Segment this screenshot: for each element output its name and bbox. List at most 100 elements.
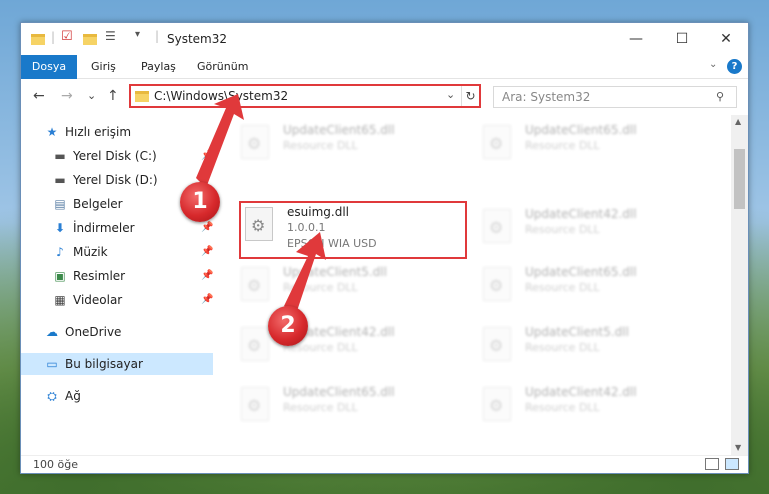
list-item[interactable]: UpdateClient5.dll Resource DLL xyxy=(237,263,467,313)
sidebar-item-label: Yerel Disk (C:) xyxy=(73,149,157,163)
title-bar: | ☑ ☰ ▾ | System32 — ☐ ✕ xyxy=(21,23,748,55)
pin-icon: 📌 xyxy=(201,294,214,305)
address-dropdown-icon[interactable]: ⌄ xyxy=(446,88,455,101)
pin-icon: 📌 xyxy=(201,270,214,281)
file-name: UpdateClient5.dll xyxy=(283,265,387,279)
maximize-button[interactable]: ☐ xyxy=(667,29,697,49)
scroll-up-icon[interactable]: ▲ xyxy=(735,117,741,126)
address-path[interactable]: C:\Windows\System32 xyxy=(154,89,288,103)
ribbon-expand-icon[interactable]: ⌄ xyxy=(709,59,717,70)
vertical-scrollbar[interactable]: ▲ ▼ xyxy=(731,115,748,455)
new-folder-icon[interactable] xyxy=(83,34,97,45)
list-item[interactable]: UpdateClient42.dll Resource DLL xyxy=(479,383,709,433)
quick-access-dropdown-icon[interactable]: ▾ xyxy=(135,29,140,45)
list-item[interactable]: UpdateClient65.dll Resource DLL xyxy=(479,263,709,313)
search-icon: ⚲ xyxy=(716,90,725,103)
status-bar: 100 öğe xyxy=(21,455,748,473)
network-icon: ⛭ xyxy=(47,389,57,403)
sidebar-item-network[interactable]: ⛭ Ağ xyxy=(21,385,213,407)
close-button[interactable]: ✕ xyxy=(711,29,741,49)
sidebar-item-disk-c[interactable]: ▬ Yerel Disk (C:) 📌 xyxy=(21,145,213,167)
sidebar-item-this-pc[interactable]: ▭ Bu bilgisayar xyxy=(21,353,213,375)
dll-file-icon xyxy=(245,207,273,241)
file-name: esuimg.dll xyxy=(287,205,349,219)
dll-file-icon xyxy=(483,209,511,243)
file-name: UpdateClient65.dll xyxy=(525,265,637,279)
sidebar-item-quick-access[interactable]: ★ Hızlı erişim xyxy=(21,121,213,143)
file-list: UpdateClient65.dll Resource DLL UpdateCl… xyxy=(217,115,729,455)
file-type: Resource DLL xyxy=(525,281,600,294)
file-type: Resource DLL xyxy=(283,281,358,294)
folder-icon xyxy=(31,34,45,45)
dll-file-icon xyxy=(241,267,269,301)
properties-icon[interactable]: ☑ xyxy=(61,29,73,45)
separator: | xyxy=(155,29,160,43)
dll-file-icon xyxy=(241,327,269,361)
address-bar[interactable]: C:\Windows\System32 ⌄ ↻ xyxy=(129,84,481,108)
large-icons-view-icon[interactable] xyxy=(725,458,739,470)
customize-toolbar-icon[interactable]: ☰ xyxy=(105,29,116,45)
star-icon: ★ xyxy=(46,125,58,139)
pin-icon: 📌 xyxy=(201,246,214,257)
file-name: UpdateClient42.dll xyxy=(525,207,637,221)
up-button[interactable]: ↑ xyxy=(107,88,119,104)
drive-icon: ▬ xyxy=(54,149,66,163)
tab-view[interactable]: Görünüm xyxy=(197,55,248,79)
navigation-pane: ★ Hızlı erişim ▬ Yerel Disk (C:) 📌 ▬ Yer… xyxy=(21,115,215,455)
dll-file-icon xyxy=(483,327,511,361)
dll-file-icon xyxy=(483,267,511,301)
sidebar-item-label: Yerel Disk (D:) xyxy=(73,173,158,187)
highlighted-file-esuimg[interactable]: esuimg.dll 1.0.0.1 EPSON WIA USD xyxy=(239,201,467,259)
sidebar-item-label: Videolar xyxy=(73,293,123,307)
explorer-window: | ☑ ☰ ▾ | System32 — ☐ ✕ Dosya Giriş Pay… xyxy=(20,22,749,474)
scroll-down-icon[interactable]: ▼ xyxy=(735,443,741,452)
minimize-button[interactable]: — xyxy=(621,29,651,49)
details-view-icon[interactable] xyxy=(705,458,719,470)
sidebar-item-label: Resimler xyxy=(73,269,126,283)
folder-icon xyxy=(135,91,149,102)
refresh-button[interactable]: ↻ xyxy=(461,86,479,106)
window-title: System32 xyxy=(167,32,228,46)
cloud-icon: ☁ xyxy=(46,325,58,339)
list-item[interactable]: UpdateClient65.dll Resource DLL xyxy=(237,383,467,433)
file-type: Resource DLL xyxy=(283,139,358,152)
tab-share[interactable]: Paylaş xyxy=(141,55,176,79)
sidebar-item-onedrive[interactable]: ☁ OneDrive xyxy=(21,321,213,343)
video-icon: ▦ xyxy=(54,293,66,307)
item-count: 100 öğe xyxy=(33,458,78,471)
file-name: UpdateClient65.dll xyxy=(283,385,395,399)
sidebar-item-pictures[interactable]: ▣ Resimler 📌 xyxy=(21,265,213,287)
list-item[interactable]: UpdateClient65.dll Resource DLL xyxy=(237,121,467,171)
file-type: EPSON WIA USD xyxy=(287,237,377,250)
forward-button[interactable]: → xyxy=(61,88,73,104)
sidebar-item-downloads[interactable]: ⬇ İndirmeler 📌 xyxy=(21,217,213,239)
list-item[interactable]: UpdateClient65.dll Resource DLL xyxy=(479,121,709,171)
recent-locations-button[interactable]: ⌄ xyxy=(87,89,96,102)
download-icon: ⬇ xyxy=(54,221,66,235)
navigation-bar: ← → ⌄ ↑ C:\Windows\System32 ⌄ ↻ Ara: Sys… xyxy=(21,79,748,115)
search-input[interactable]: Ara: System32 xyxy=(502,90,590,104)
dll-file-icon xyxy=(241,125,269,159)
sidebar-item-label: İndirmeler xyxy=(73,221,135,235)
scroll-thumb[interactable] xyxy=(734,149,745,209)
sidebar-item-music[interactable]: ♪ Müzik 📌 xyxy=(21,241,213,263)
sidebar-item-label: Müzik xyxy=(73,245,108,259)
search-box[interactable]: Ara: System32 ⚲ xyxy=(493,86,737,108)
file-name: UpdateClient65.dll xyxy=(525,123,637,137)
file-type: Resource DLL xyxy=(525,139,600,152)
sidebar-item-label: Ağ xyxy=(65,389,81,403)
file-type: Resource DLL xyxy=(283,401,358,414)
back-button[interactable]: ← xyxy=(33,88,45,104)
ribbon: Dosya Giriş Paylaş Görünüm ⌄ ? xyxy=(21,55,748,105)
list-item[interactable]: UpdateClient5.dll Resource DLL xyxy=(479,323,709,373)
list-item[interactable]: UpdateClient42.dll Resource DLL xyxy=(479,205,709,255)
pin-icon: 📌 xyxy=(201,150,214,161)
file-version: 1.0.0.1 xyxy=(287,221,326,234)
help-icon[interactable]: ? xyxy=(727,59,742,74)
sidebar-item-videos[interactable]: ▦ Videolar 📌 xyxy=(21,289,213,311)
file-type: Resource DLL xyxy=(525,223,600,236)
tab-home[interactable]: Giriş xyxy=(91,55,116,79)
file-name: UpdateClient42.dll xyxy=(525,385,637,399)
step-marker-1: 1 xyxy=(180,182,220,222)
file-type: Resource DLL xyxy=(525,401,600,414)
